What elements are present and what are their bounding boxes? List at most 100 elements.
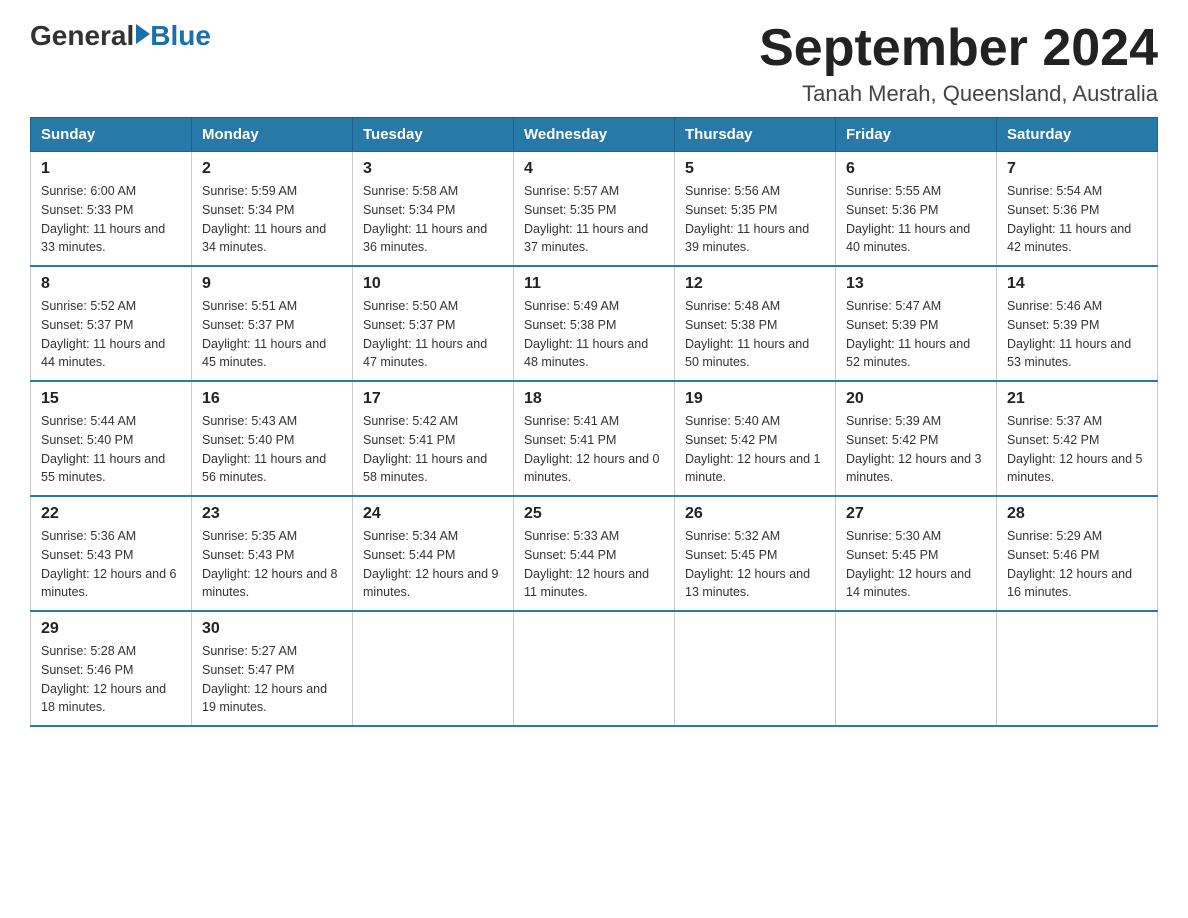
logo-blue-text: Blue [150, 20, 211, 52]
day-number: 16 [202, 390, 342, 408]
col-header-saturday: Saturday [997, 118, 1158, 152]
day-number: 3 [363, 160, 503, 178]
day-number: 9 [202, 275, 342, 293]
table-row: 27 Sunrise: 5:30 AMSunset: 5:45 PMDaylig… [836, 496, 997, 611]
table-row: 4 Sunrise: 5:57 AMSunset: 5:35 PMDayligh… [514, 152, 675, 267]
day-info: Sunrise: 5:30 AMSunset: 5:45 PMDaylight:… [846, 527, 986, 602]
day-info: Sunrise: 5:54 AMSunset: 5:36 PMDaylight:… [1007, 182, 1147, 257]
table-row: 16 Sunrise: 5:43 AMSunset: 5:40 PMDaylig… [192, 381, 353, 496]
day-info: Sunrise: 5:52 AMSunset: 5:37 PMDaylight:… [41, 297, 181, 372]
table-row: 1 Sunrise: 6:00 AMSunset: 5:33 PMDayligh… [31, 152, 192, 267]
table-row: 14 Sunrise: 5:46 AMSunset: 5:39 PMDaylig… [997, 266, 1158, 381]
day-number: 26 [685, 505, 825, 523]
logo-general-text: General [30, 20, 134, 52]
table-row: 17 Sunrise: 5:42 AMSunset: 5:41 PMDaylig… [353, 381, 514, 496]
col-header-thursday: Thursday [675, 118, 836, 152]
day-number: 4 [524, 160, 664, 178]
day-info: Sunrise: 6:00 AMSunset: 5:33 PMDaylight:… [41, 182, 181, 257]
calendar-week-row: 1 Sunrise: 6:00 AMSunset: 5:33 PMDayligh… [31, 152, 1158, 267]
table-row: 30 Sunrise: 5:27 AMSunset: 5:47 PMDaylig… [192, 611, 353, 726]
calendar-week-row: 15 Sunrise: 5:44 AMSunset: 5:40 PMDaylig… [31, 381, 1158, 496]
day-info: Sunrise: 5:35 AMSunset: 5:43 PMDaylight:… [202, 527, 342, 602]
day-number: 27 [846, 505, 986, 523]
day-info: Sunrise: 5:46 AMSunset: 5:39 PMDaylight:… [1007, 297, 1147, 372]
day-info: Sunrise: 5:56 AMSunset: 5:35 PMDaylight:… [685, 182, 825, 257]
day-info: Sunrise: 5:28 AMSunset: 5:46 PMDaylight:… [41, 642, 181, 717]
table-row: 26 Sunrise: 5:32 AMSunset: 5:45 PMDaylig… [675, 496, 836, 611]
table-row: 5 Sunrise: 5:56 AMSunset: 5:35 PMDayligh… [675, 152, 836, 267]
day-number: 8 [41, 275, 181, 293]
col-header-monday: Monday [192, 118, 353, 152]
table-row: 8 Sunrise: 5:52 AMSunset: 5:37 PMDayligh… [31, 266, 192, 381]
table-row: 21 Sunrise: 5:37 AMSunset: 5:42 PMDaylig… [997, 381, 1158, 496]
table-row: 25 Sunrise: 5:33 AMSunset: 5:44 PMDaylig… [514, 496, 675, 611]
table-row: 19 Sunrise: 5:40 AMSunset: 5:42 PMDaylig… [675, 381, 836, 496]
table-row: 18 Sunrise: 5:41 AMSunset: 5:41 PMDaylig… [514, 381, 675, 496]
calendar-table: Sunday Monday Tuesday Wednesday Thursday… [30, 117, 1158, 727]
logo: General Blue [30, 20, 211, 52]
day-number: 23 [202, 505, 342, 523]
col-header-wednesday: Wednesday [514, 118, 675, 152]
day-info: Sunrise: 5:55 AMSunset: 5:36 PMDaylight:… [846, 182, 986, 257]
table-row: 2 Sunrise: 5:59 AMSunset: 5:34 PMDayligh… [192, 152, 353, 267]
day-number: 12 [685, 275, 825, 293]
day-info: Sunrise: 5:43 AMSunset: 5:40 PMDaylight:… [202, 412, 342, 487]
day-number: 11 [524, 275, 664, 293]
day-info: Sunrise: 5:36 AMSunset: 5:43 PMDaylight:… [41, 527, 181, 602]
day-number: 21 [1007, 390, 1147, 408]
day-info: Sunrise: 5:59 AMSunset: 5:34 PMDaylight:… [202, 182, 342, 257]
table-row: 20 Sunrise: 5:39 AMSunset: 5:42 PMDaylig… [836, 381, 997, 496]
table-row: 6 Sunrise: 5:55 AMSunset: 5:36 PMDayligh… [836, 152, 997, 267]
table-row: 10 Sunrise: 5:50 AMSunset: 5:37 PMDaylig… [353, 266, 514, 381]
col-header-friday: Friday [836, 118, 997, 152]
day-info: Sunrise: 5:42 AMSunset: 5:41 PMDaylight:… [363, 412, 503, 487]
day-info: Sunrise: 5:29 AMSunset: 5:46 PMDaylight:… [1007, 527, 1147, 602]
empty-cell [675, 611, 836, 726]
table-row: 11 Sunrise: 5:49 AMSunset: 5:38 PMDaylig… [514, 266, 675, 381]
table-row: 29 Sunrise: 5:28 AMSunset: 5:46 PMDaylig… [31, 611, 192, 726]
day-number: 2 [202, 160, 342, 178]
day-number: 28 [1007, 505, 1147, 523]
day-number: 22 [41, 505, 181, 523]
empty-cell [514, 611, 675, 726]
day-info: Sunrise: 5:27 AMSunset: 5:47 PMDaylight:… [202, 642, 342, 717]
empty-cell [836, 611, 997, 726]
table-row: 7 Sunrise: 5:54 AMSunset: 5:36 PMDayligh… [997, 152, 1158, 267]
day-info: Sunrise: 5:57 AMSunset: 5:35 PMDaylight:… [524, 182, 664, 257]
table-row: 12 Sunrise: 5:48 AMSunset: 5:38 PMDaylig… [675, 266, 836, 381]
table-row: 23 Sunrise: 5:35 AMSunset: 5:43 PMDaylig… [192, 496, 353, 611]
empty-cell [353, 611, 514, 726]
day-info: Sunrise: 5:50 AMSunset: 5:37 PMDaylight:… [363, 297, 503, 372]
calendar-header-row: Sunday Monday Tuesday Wednesday Thursday… [31, 118, 1158, 152]
calendar-week-row: 8 Sunrise: 5:52 AMSunset: 5:37 PMDayligh… [31, 266, 1158, 381]
day-info: Sunrise: 5:37 AMSunset: 5:42 PMDaylight:… [1007, 412, 1147, 487]
day-number: 20 [846, 390, 986, 408]
title-area: September 2024 Tanah Merah, Queensland, … [759, 20, 1158, 107]
day-info: Sunrise: 5:41 AMSunset: 5:41 PMDaylight:… [524, 412, 664, 487]
day-number: 19 [685, 390, 825, 408]
empty-cell [997, 611, 1158, 726]
day-info: Sunrise: 5:47 AMSunset: 5:39 PMDaylight:… [846, 297, 986, 372]
day-number: 5 [685, 160, 825, 178]
day-number: 14 [1007, 275, 1147, 293]
table-row: 22 Sunrise: 5:36 AMSunset: 5:43 PMDaylig… [31, 496, 192, 611]
day-info: Sunrise: 5:33 AMSunset: 5:44 PMDaylight:… [524, 527, 664, 602]
table-row: 13 Sunrise: 5:47 AMSunset: 5:39 PMDaylig… [836, 266, 997, 381]
day-number: 13 [846, 275, 986, 293]
day-info: Sunrise: 5:51 AMSunset: 5:37 PMDaylight:… [202, 297, 342, 372]
day-number: 18 [524, 390, 664, 408]
table-row: 28 Sunrise: 5:29 AMSunset: 5:46 PMDaylig… [997, 496, 1158, 611]
day-number: 17 [363, 390, 503, 408]
day-number: 24 [363, 505, 503, 523]
day-info: Sunrise: 5:32 AMSunset: 5:45 PMDaylight:… [685, 527, 825, 602]
table-row: 15 Sunrise: 5:44 AMSunset: 5:40 PMDaylig… [31, 381, 192, 496]
page-header: General Blue September 2024 Tanah Merah,… [30, 20, 1158, 107]
day-number: 1 [41, 160, 181, 178]
location-subtitle: Tanah Merah, Queensland, Australia [759, 81, 1158, 107]
day-number: 29 [41, 620, 181, 638]
day-number: 30 [202, 620, 342, 638]
logo-triangle-icon [136, 24, 150, 44]
day-info: Sunrise: 5:48 AMSunset: 5:38 PMDaylight:… [685, 297, 825, 372]
table-row: 3 Sunrise: 5:58 AMSunset: 5:34 PMDayligh… [353, 152, 514, 267]
day-number: 25 [524, 505, 664, 523]
